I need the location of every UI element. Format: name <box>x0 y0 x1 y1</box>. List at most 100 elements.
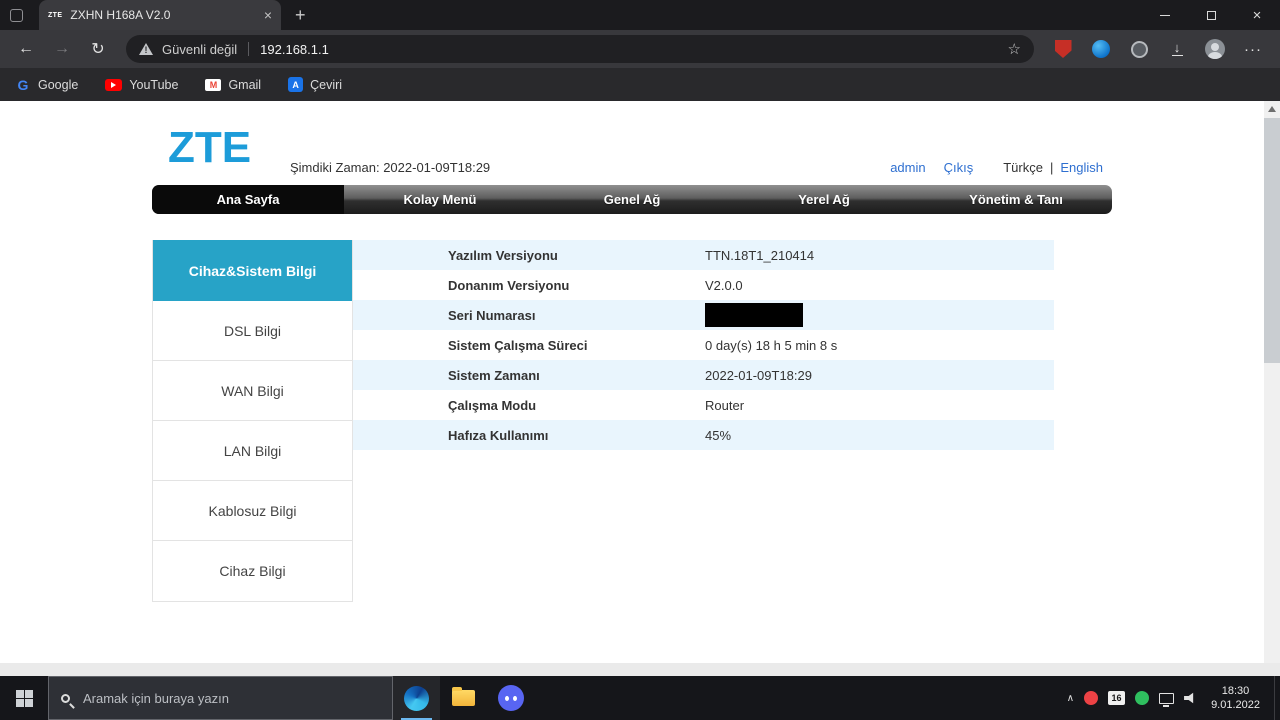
info-value: 0 day(s) 18 h 5 min 8 s <box>705 337 838 353</box>
taskbar: ∧ 16 18:30 9.01.2022 <box>0 676 1280 720</box>
up-triangle-icon <box>1268 106 1276 112</box>
sidebar: Cihaz&Sistem Bilgi DSL Bilgi WAN Bilgi L… <box>152 240 353 602</box>
page-scrollbar[interactable] <box>1264 101 1280 663</box>
minimize-button[interactable] <box>1142 0 1188 30</box>
tab-title: ZXHN H168A V2.0 <box>70 8 171 22</box>
language-current: Türkçe <box>1003 160 1043 175</box>
zte-favicon: ZTE <box>48 11 63 19</box>
system-tray: ∧ 16 18:30 9.01.2022 <box>1067 676 1280 720</box>
info-value: Router <box>705 397 745 413</box>
bookmarks-bar: G Google YouTube M Gmail A Çeviri <box>0 68 1280 101</box>
nav-item-ana-sayfa[interactable]: Ana Sayfa <box>152 185 344 214</box>
sidebar-item-wan-bilgi[interactable]: WAN Bilgi <box>153 361 352 421</box>
sidebar-item-cihaz-bilgi[interactable]: Cihaz Bilgi <box>153 541 352 601</box>
tab-activity-icon[interactable] <box>10 8 23 22</box>
tray-discord-badge-icon[interactable] <box>1084 691 1099 705</box>
info-value: 2022-01-09T18:29 <box>705 367 812 383</box>
language-english-link[interactable]: English <box>1060 160 1103 175</box>
bookmark-translate[interactable]: A Çeviri <box>288 77 342 92</box>
admin-link[interactable]: admin <box>890 160 925 175</box>
bookmark-label: YouTube <box>129 77 179 92</box>
maximize-icon <box>1206 10 1216 20</box>
maximize-button[interactable] <box>1188 0 1234 30</box>
back-button[interactable]: ← <box>8 34 44 64</box>
shield-icon <box>1054 40 1072 58</box>
warning-exclamation: ! <box>144 45 148 55</box>
folder-icon <box>452 687 475 706</box>
page-bottom-strip <box>0 663 1280 676</box>
blue-extension-icon[interactable] <box>1085 34 1117 64</box>
nav-item-yonetim-tani[interactable]: Yönetim & Tanı <box>920 185 1112 214</box>
nav-item-yerel-ag[interactable]: Yerel Ağ <box>728 185 920 214</box>
bookmark-label: Google <box>38 77 79 92</box>
search-input[interactable] <box>81 689 380 707</box>
nav-item-kolay-menu[interactable]: Kolay Menü <box>344 185 536 214</box>
download-tray-line <box>1171 54 1183 57</box>
blue-circle-icon <box>1092 40 1110 58</box>
info-value: 45% <box>705 427 732 443</box>
download-arrow-icon: ↓ <box>1173 39 1181 55</box>
discord-icon <box>497 685 524 711</box>
browser-menu-button[interactable]: ··· <box>1237 34 1269 64</box>
tray-chevron-icon[interactable]: ∧ <box>1067 693 1074 704</box>
forward-button[interactable]: → <box>44 34 80 64</box>
bookmark-google[interactable]: G Google <box>15 77 79 93</box>
address-separator <box>248 42 250 56</box>
bookmark-label: Gmail <box>228 77 262 92</box>
reload-button[interactable]: ↻ <box>80 34 116 64</box>
not-secure-label: Güvenli değil <box>162 41 238 57</box>
screen: ZTE ZXHN H168A V2.0 × + × ← → ↻ ! Güvenl… <box>0 0 1280 720</box>
taskbar-edge-icon[interactable] <box>393 676 440 720</box>
logout-link[interactable]: Çıkış <box>944 160 974 175</box>
browser-titlebar: ZTE ZXHN H168A V2.0 × + × <box>0 0 1280 30</box>
search-icon <box>61 693 70 703</box>
info-table: Yazılım Versiyonu TTN.18T1_210414 Donanı… <box>353 240 1054 450</box>
scrollbar-up-arrow[interactable] <box>1264 101 1280 117</box>
bookmark-youtube[interactable]: YouTube <box>105 78 178 92</box>
sidebar-item-lan-bilgi[interactable]: LAN Bilgi <box>153 421 352 481</box>
table-row: Yazılım Versiyonu TTN.18T1_210414 <box>353 240 1054 270</box>
taskbar-search[interactable] <box>48 676 393 720</box>
sidebar-item-kablosuz-bilgi[interactable]: Kablosuz Bilgi <box>153 481 352 541</box>
tray-antivirus-icon[interactable] <box>1135 691 1150 705</box>
table-row: Sistem Çalışma Süreci 0 day(s) 18 h 5 mi… <box>353 330 1054 360</box>
info-label: Donanım Versiyonu <box>448 277 570 293</box>
table-row: Hafıza Kullanımı 45% <box>353 420 1054 450</box>
new-tab-button[interactable]: + <box>295 6 306 24</box>
browser-tab[interactable]: ZTE ZXHN H168A V2.0 × <box>39 0 281 30</box>
address-bar[interactable]: ! Güvenli değil 192.168.1.1 ☆ <box>126 35 1034 63</box>
info-value: TTN.18T1_210414 <box>705 247 815 263</box>
info-value <box>705 303 803 327</box>
bookmark-label: Çeviri <box>310 77 343 92</box>
zte-logo: ZTE <box>168 123 252 172</box>
start-button[interactable] <box>0 676 48 720</box>
info-label: Yazılım Versiyonu <box>448 247 558 263</box>
tray-badge-16[interactable]: 16 <box>1108 691 1126 705</box>
favorite-star-icon[interactable]: ☆ <box>1008 40 1021 58</box>
taskbar-clock[interactable]: 18:30 9.01.2022 <box>1211 684 1260 712</box>
show-desktop-button[interactable] <box>1274 676 1280 720</box>
misc-extension-icon[interactable] <box>1123 34 1155 64</box>
browser-toolbar: ← → ↻ ! Güvenli değil 192.168.1.1 ☆ ↓ ··… <box>0 30 1280 68</box>
downloads-button[interactable]: ↓ <box>1161 34 1193 64</box>
taskbar-discord-icon[interactable] <box>487 676 534 720</box>
info-label: Seri Numarası <box>448 307 536 323</box>
volume-icon[interactable] <box>1184 692 1194 704</box>
scrollbar-thumb[interactable] <box>1264 118 1280 363</box>
profile-avatar[interactable] <box>1199 34 1231 64</box>
taskbar-explorer-icon[interactable] <box>440 676 487 720</box>
info-label: Sistem Çalışma Süreci <box>448 337 588 353</box>
table-row: Sistem Zamanı 2022-01-09T18:29 <box>353 360 1054 390</box>
translate-icon: A <box>288 77 304 92</box>
table-row: Seri Numarası <box>353 300 1054 330</box>
sidebar-item-dsl-bilgi[interactable]: DSL Bilgi <box>153 301 352 361</box>
discord-eyes <box>504 695 509 701</box>
network-icon[interactable] <box>1159 692 1175 707</box>
sidebar-item-cihaz-sistem-bilgi[interactable]: Cihaz&Sistem Bilgi <box>153 240 352 301</box>
nav-item-genel-ag[interactable]: Genel Ağ <box>536 185 728 214</box>
info-label: Çalışma Modu <box>448 397 537 413</box>
close-window-button[interactable]: × <box>1234 0 1280 30</box>
ublock-extension-icon[interactable] <box>1047 34 1079 64</box>
tab-close-icon[interactable]: × <box>264 7 272 23</box>
bookmark-gmail[interactable]: M Gmail <box>205 78 261 92</box>
